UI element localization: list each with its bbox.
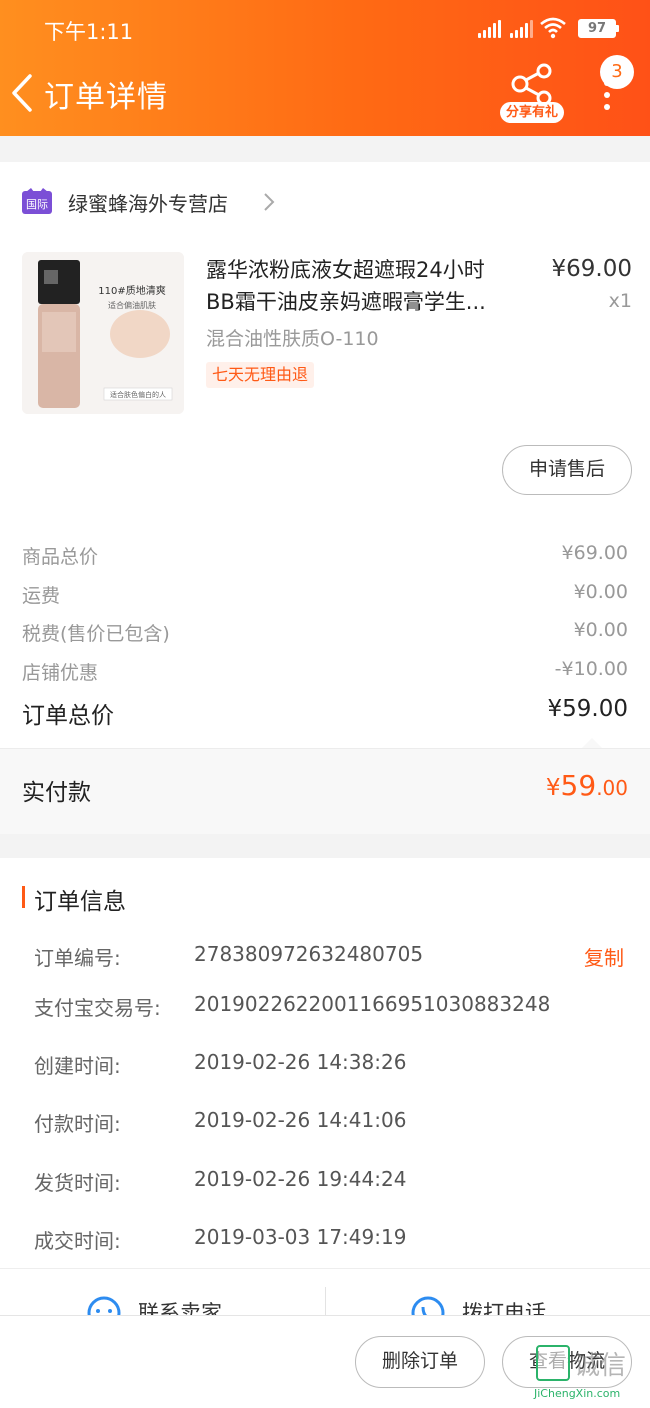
fee-value: ¥69.00 <box>561 542 628 564</box>
order-total-label: 订单总价 <box>22 703 114 729</box>
order-number-row: 订单编号: 278380972632480705 复制 <box>34 942 634 970</box>
app-header: 下午1:11 97 订单详情 分享有礼 3 <box>0 0 650 136</box>
thumb-text-3: 适合肤色偏白的人 <box>110 390 166 399</box>
paid-integer: 59 <box>560 769 597 802</box>
info-value: 2019-03-03 17:49:19 <box>194 1225 407 1249</box>
watermark-text: 诚信 <box>574 1351 627 1381</box>
copy-button[interactable]: 复制 <box>584 942 624 971</box>
thumb-text-2: 适合偏油肌肤 <box>108 300 156 310</box>
share-label: 分享有礼 <box>500 102 564 123</box>
pointer-caret <box>582 738 602 748</box>
divider <box>325 1287 326 1318</box>
signal-icon <box>478 20 501 38</box>
product-price: ¥69.00 <box>551 256 632 282</box>
order-total-row: 订单总价 ¥59.00 <box>22 696 628 730</box>
after-sale-button[interactable]: 申请售后 <box>502 445 632 495</box>
signal-icon-2 <box>510 20 533 38</box>
product-title-line2: BB霜干油皮亲妈遮暇膏学生... <box>206 290 486 314</box>
fee-row-shop-discount: 店铺优惠 -¥10.00 <box>22 658 628 686</box>
paid-amount-box: 实付款 ¥59.00 <box>0 749 650 834</box>
order-total-value: ¥59.00 <box>547 696 628 722</box>
info-value: 278380972632480705 <box>194 942 424 966</box>
order-card: 国际 绿蜜蜂海外专营店 110#质地清爽 适合偏油肌肤 适合肤色偏白的人 露华浓… <box>0 162 650 834</box>
info-value: 2019-02-26 19:44:24 <box>194 1167 407 1191</box>
share-button[interactable]: 分享有礼 <box>500 62 564 124</box>
fee-row-tax: 税费(售价已包含) ¥0.00 <box>22 619 628 647</box>
intl-badge-text: 国际 <box>26 198 48 211</box>
intl-icon: 国际 <box>22 188 52 214</box>
battery-level: 97 <box>587 21 607 36</box>
product-quantity: x1 <box>608 290 632 312</box>
status-bar: 下午1:11 97 <box>0 14 650 46</box>
watermark-logo <box>536 1345 570 1381</box>
order-info-section: 订单信息 订单编号: 278380972632480705 复制 支付宝交易号:… <box>0 858 650 1268</box>
created-time-row: 创建时间: 2019-02-26 14:38:26 <box>34 1050 634 1078</box>
paid-decimal: .00 <box>596 776 628 800</box>
share-icon <box>511 63 552 106</box>
paid-time-row: 付款时间: 2019-02-26 14:41:06 <box>34 1108 634 1136</box>
alipay-trade-row: 支付宝交易号: 2019022622001166951030883248 <box>34 992 634 1020</box>
page-title: 订单详情 <box>44 80 168 115</box>
fee-value: ¥0.00 <box>573 619 628 641</box>
product-title-line1: 露华浓粉底液女超遮瑕24小时 <box>206 258 485 282</box>
chevron-right-icon <box>264 193 275 211</box>
paid-value: ¥59.00 <box>546 769 628 802</box>
fee-label: 税费(售价已包含) <box>22 623 170 645</box>
product-thumbnail[interactable]: 110#质地清爽 适合偏油肌肤 适合肤色偏白的人 <box>22 252 184 414</box>
info-value: 2019022622001166951030883248 <box>194 992 551 1016</box>
info-label: 支付宝交易号: <box>34 996 161 1020</box>
shipped-time-row: 发货时间: 2019-02-26 19:44:24 <box>34 1167 634 1195</box>
info-label: 付款时间: <box>34 1112 121 1136</box>
product-image: 110#质地清爽 适合偏油肌肤 适合肤色偏白的人 <box>22 252 184 414</box>
return-policy-tag: 七天无理由退 <box>206 362 315 388</box>
section-accent-bar <box>22 886 25 908</box>
fee-label: 运费 <box>22 585 61 607</box>
info-value: 2019-02-26 14:41:06 <box>194 1108 407 1132</box>
back-arrow-icon[interactable] <box>10 72 36 114</box>
fee-value: -¥10.00 <box>554 658 628 680</box>
fee-label: 商品总价 <box>22 546 99 568</box>
info-label: 发货时间: <box>34 1171 121 1195</box>
info-value: 2019-02-26 14:38:26 <box>194 1050 407 1074</box>
watermark-url: JiChengXin.com <box>534 1387 621 1400</box>
info-label: 创建时间: <box>34 1054 121 1078</box>
info-label: 成交时间: <box>34 1229 121 1253</box>
status-time: 下午1:11 <box>44 20 134 44</box>
completed-time-row: 成交时间: 2019-03-03 17:49:19 <box>34 1225 634 1253</box>
contact-row: 联系卖家 拨打电话 <box>0 1268 650 1318</box>
shop-name[interactable]: 绿蜜蜂海外专营店 <box>68 188 228 217</box>
fee-row-shipping: 运费 ¥0.00 <box>22 581 628 609</box>
fee-label: 店铺优惠 <box>22 662 99 684</box>
wifi-icon <box>540 17 566 39</box>
paid-label: 实付款 <box>22 780 91 806</box>
fee-row-goods-total: 商品总价 ¥69.00 <box>22 542 628 570</box>
paid-currency: ¥ <box>545 775 561 801</box>
thumb-text-1: 110#质地清爽 <box>98 284 165 297</box>
notification-badge: 3 <box>600 55 634 89</box>
fee-value: ¥0.00 <box>573 581 628 603</box>
info-label: 订单编号: <box>34 946 121 970</box>
shop-row[interactable]: 国际 绿蜜蜂海外专营店 <box>22 186 622 216</box>
product-spec: 混合油性肤质O-110 <box>206 328 379 350</box>
battery-icon: 97 <box>578 19 619 38</box>
delete-order-button[interactable]: 删除订单 <box>355 1336 485 1388</box>
order-info-title: 订单信息 <box>34 889 126 915</box>
product-title[interactable]: 露华浓粉底液女超遮瑕24小时 BB霜干油皮亲妈遮暇膏学生... <box>206 254 526 318</box>
watermark: 诚信 JiChengXin.com <box>530 1343 650 1408</box>
